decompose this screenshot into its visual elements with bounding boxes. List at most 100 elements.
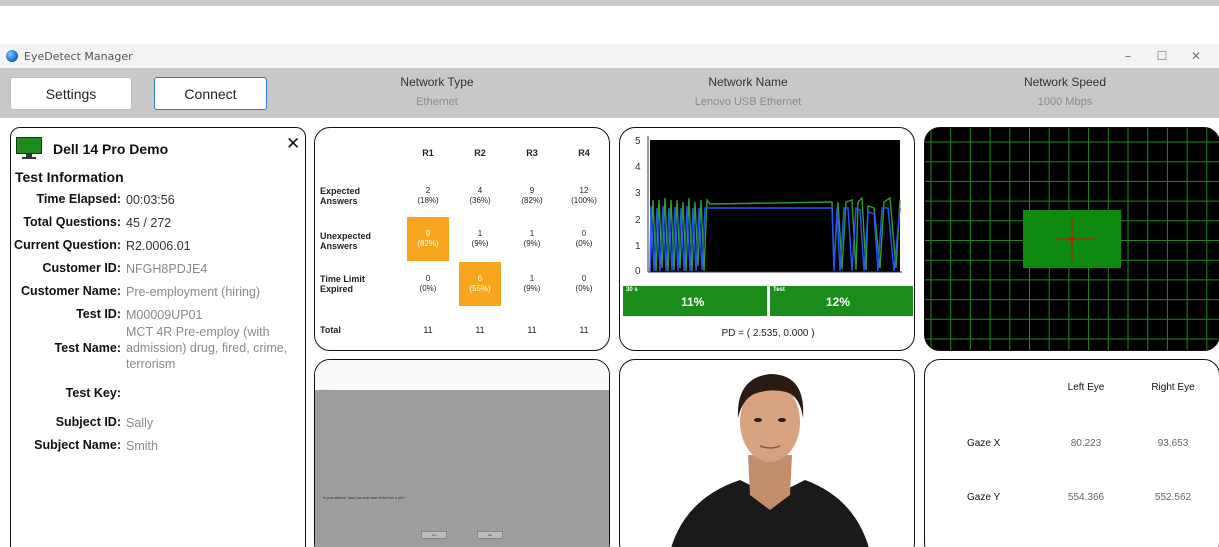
connect-button[interactable]: Connect xyxy=(154,77,267,110)
gaze-x-right: 93.653 xyxy=(1157,438,1189,449)
info-label: Total Questions: xyxy=(23,215,121,229)
info-value: NFGH8PDJE4 xyxy=(126,262,208,276)
title-bar: EyeDetect Manager – ☐ ✕ xyxy=(0,44,1219,68)
table-cell: 12 (100%) xyxy=(571,186,597,205)
gaze-y-left: 554.366 xyxy=(1067,492,1105,503)
table-cell: 4 (36%) xyxy=(469,186,491,205)
info-value: 45 / 272 xyxy=(126,216,172,230)
minimize-button[interactable]: – xyxy=(1111,44,1145,68)
pupil-chart-panel: 5 4 3 2 1 0 30 s 11% Test 12% PD = ( 2.5… xyxy=(619,127,915,351)
table-cell: 0 (0%) xyxy=(575,229,593,248)
row-label: Time Limit Expired xyxy=(320,274,365,294)
info-label: Subject Name: xyxy=(34,438,121,452)
gaze-point-icon xyxy=(1069,236,1075,242)
gaze-y-label: Gaze Y xyxy=(967,492,1001,503)
gaze-y-right: 552.562 xyxy=(1154,492,1192,503)
info-value: M00009UP01 xyxy=(126,308,203,322)
column-header: R2 xyxy=(474,148,486,158)
column-header: R1 xyxy=(422,148,434,158)
info-label: Test Name: xyxy=(54,341,121,355)
monitor-icon xyxy=(16,137,42,159)
close-window-button[interactable]: ✕ xyxy=(1179,44,1213,68)
info-label: Subject ID: xyxy=(55,415,121,429)
gaze-x-left: 80.223 xyxy=(1070,438,1102,449)
network-name-label: Network Name xyxy=(708,75,788,89)
info-value: MCT 4R Pre-employ (with admission) drug,… xyxy=(126,325,288,371)
window-title: EyeDetect Manager xyxy=(24,49,133,63)
screen-preview-panel: ——— In your lifetime, have you ever been… xyxy=(314,359,610,547)
info-value: Smith xyxy=(126,439,158,453)
pd-readout: PD = ( 2.535, 0.000 ) xyxy=(721,328,815,339)
table-cell-highlight: 9 (82%) xyxy=(407,217,449,261)
maximize-button[interactable]: ☐ xyxy=(1145,44,1179,68)
gaze-grid-panel xyxy=(924,127,1219,351)
table-cell: 1 (9%) xyxy=(471,229,489,248)
y-tick-label: 1 xyxy=(635,241,641,252)
info-label: Test Key: xyxy=(65,386,121,400)
network-type-value: Ethernet xyxy=(416,96,458,108)
info-value: Pre-employment (hiring) xyxy=(126,285,261,299)
preview-body: In your lifetime, have you ever been fir… xyxy=(315,390,609,547)
preview-question: In your lifetime, have you ever been fir… xyxy=(323,496,405,500)
info-value: 00:03:56 xyxy=(126,193,175,207)
device-name: Dell 14 Pro Demo xyxy=(53,141,169,157)
y-tick-label: 5 xyxy=(635,136,641,147)
info-value: R2.0006.01 xyxy=(126,239,191,253)
network-type: Network Type Ethernet xyxy=(337,75,537,108)
table-cell: 1 (9%) xyxy=(523,229,541,248)
app-logo-icon xyxy=(6,50,18,62)
row-label: Unexpected Answers xyxy=(320,231,372,251)
column-header: R4 xyxy=(578,148,590,158)
camera-panel xyxy=(619,359,915,547)
table-cell: 0 (0%) xyxy=(575,274,593,293)
close-icon[interactable]: ✕ xyxy=(286,134,300,154)
total-value: 11 xyxy=(475,325,485,335)
y-tick-label: 0 xyxy=(635,266,641,277)
box-label: Test xyxy=(773,287,785,293)
table-cell: 1 (9%) xyxy=(523,274,541,293)
preview-yes-button: Yes xyxy=(421,531,447,539)
pupil-30s-box: 30 s 11% xyxy=(623,286,767,316)
window-controls: – ☐ ✕ xyxy=(1111,44,1213,68)
gaze-x-label: Gaze X xyxy=(967,438,1001,449)
settings-button[interactable]: Settings xyxy=(10,77,132,110)
info-value: Sally xyxy=(126,416,154,430)
box-label: 30 s xyxy=(626,287,638,293)
y-tick-label: 3 xyxy=(635,188,641,199)
test-info-panel: Dell 14 Pro Demo ✕ Test Information Time… xyxy=(10,127,306,547)
toolbar: Settings Connect Network Type Ethernet N… xyxy=(0,68,1219,118)
pupil-test-box: Test 12% xyxy=(770,286,913,316)
info-label: Time Elapsed: xyxy=(36,192,121,206)
total-label: Total xyxy=(320,325,341,335)
box-value: 11% xyxy=(681,295,705,309)
column-header: R3 xyxy=(526,148,538,158)
info-label: Customer ID: xyxy=(42,261,121,275)
preview-no-button: No xyxy=(477,531,503,539)
answers-table-panel: R1 R2 R3 R4 Expected Answers 2 (18%) 4 (36%… xyxy=(314,127,610,351)
y-tick-label: 4 xyxy=(635,162,641,173)
network-name: Network Name Lenovo USB Ethernet xyxy=(648,75,848,108)
section-title: Test Information xyxy=(15,169,124,185)
preview-header xyxy=(315,360,609,390)
subject-eye-right xyxy=(778,418,786,422)
gaze-grid xyxy=(925,128,1219,350)
y-tick-label: 2 xyxy=(635,215,641,226)
info-label: Test ID: xyxy=(76,307,121,321)
table-cell: 9 (82%) xyxy=(521,186,543,205)
box-value: 12% xyxy=(826,295,851,309)
info-label: Current Question: xyxy=(14,238,121,252)
table-cell-highlight: 6 (55%) xyxy=(459,262,501,306)
subject-camera-feed xyxy=(671,374,869,547)
gaze-values-panel: Left Eye Right Eye Gaze X 80.223 93.653 … xyxy=(924,359,1219,547)
right-eye-header: Right Eye xyxy=(1151,382,1195,393)
pupil-chart: 5 4 3 2 1 0 xyxy=(635,136,902,277)
network-name-value: Lenovo USB Ethernet xyxy=(694,96,802,108)
row-label: Expected Answers xyxy=(320,186,361,206)
network-type-label: Network Type xyxy=(400,75,474,89)
network-speed-value: 1000 Mbps xyxy=(1037,96,1093,108)
total-value: 11 xyxy=(527,325,537,335)
left-eye-header: Left Eye xyxy=(1067,382,1105,393)
top-band xyxy=(0,0,1219,6)
network-speed-label: Network Speed xyxy=(1023,75,1107,89)
total-value: 11 xyxy=(579,325,589,335)
